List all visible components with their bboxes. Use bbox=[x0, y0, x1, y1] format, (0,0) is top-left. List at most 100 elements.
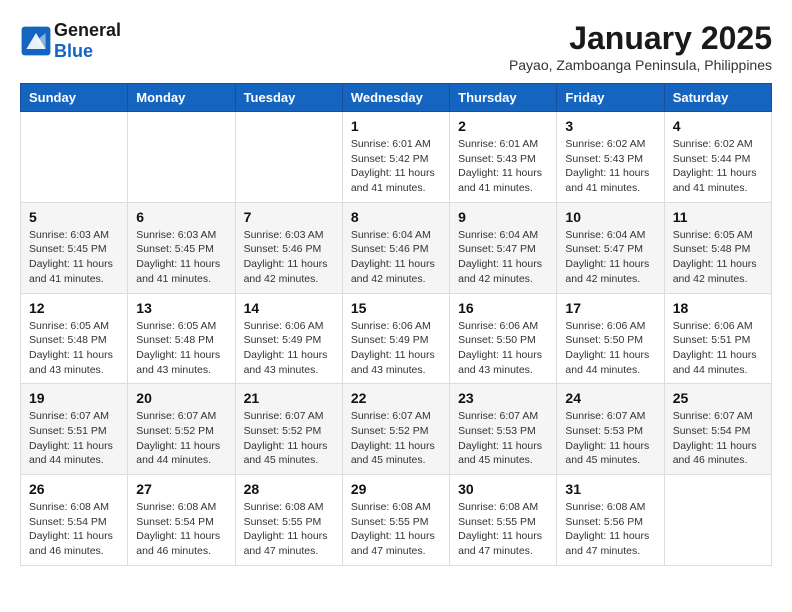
logo-icon bbox=[20, 25, 52, 57]
calendar-cell: 29 Sunrise: 6:08 AM Sunset: 5:55 PM Dayli… bbox=[342, 475, 449, 566]
calendar-cell: 21 Sunrise: 6:07 AM Sunset: 5:52 PM Dayli… bbox=[235, 384, 342, 475]
day-info: Sunrise: 6:08 AM Sunset: 5:56 PM Dayligh… bbox=[565, 500, 655, 559]
calendar-week-row: 19Sunrise: 6:07 AM Sunset: 5:51 PM Dayli… bbox=[21, 384, 772, 475]
calendar-cell: 2 Sunrise: 6:01 AM Sunset: 5:43 PM Daylig… bbox=[450, 112, 557, 203]
day-info: Sunrise: 6:05 AM Sunset: 5:48 PM Dayligh… bbox=[29, 319, 119, 378]
day-number: 1 bbox=[351, 118, 441, 134]
month-title: January 2025 bbox=[509, 20, 772, 57]
weekday-header: Sunday bbox=[21, 84, 128, 112]
calendar-cell: 30 Sunrise: 6:08 AM Sunset: 5:55 PM Dayli… bbox=[450, 475, 557, 566]
day-info: Sunrise: 6:07 AM Sunset: 5:52 PM Dayligh… bbox=[244, 409, 334, 468]
day-number: 13 bbox=[136, 300, 226, 316]
day-number: 22 bbox=[351, 390, 441, 406]
day-info: Sunrise: 6:05 AM Sunset: 5:48 PM Dayligh… bbox=[673, 228, 763, 287]
day-number: 26 bbox=[29, 481, 119, 497]
logo: General Blue bbox=[20, 20, 121, 62]
day-info: Sunrise: 6:06 AM Sunset: 5:50 PM Dayligh… bbox=[458, 319, 548, 378]
day-info: Sunrise: 6:08 AM Sunset: 5:55 PM Dayligh… bbox=[458, 500, 548, 559]
calendar-cell: 17 Sunrise: 6:06 AM Sunset: 5:50 PM Dayli… bbox=[557, 293, 664, 384]
day-info: Sunrise: 6:08 AM Sunset: 5:55 PM Dayligh… bbox=[244, 500, 334, 559]
day-number: 5 bbox=[29, 209, 119, 225]
calendar-cell: 8 Sunrise: 6:04 AM Sunset: 5:46 PM Daylig… bbox=[342, 202, 449, 293]
calendar-cell: 15 Sunrise: 6:06 AM Sunset: 5:49 PM Dayli… bbox=[342, 293, 449, 384]
day-info: Sunrise: 6:06 AM Sunset: 5:49 PM Dayligh… bbox=[351, 319, 441, 378]
day-info: Sunrise: 6:02 AM Sunset: 5:43 PM Dayligh… bbox=[565, 137, 655, 196]
logo-general-text: General bbox=[54, 20, 121, 40]
weekday-header: Friday bbox=[557, 84, 664, 112]
calendar-cell: 22Sunrise: 6:07 AM Sunset: 5:52 PM Dayli… bbox=[342, 384, 449, 475]
day-info: Sunrise: 6:04 AM Sunset: 5:46 PM Dayligh… bbox=[351, 228, 441, 287]
day-number: 21 bbox=[244, 390, 334, 406]
calendar-cell: 20 Sunrise: 6:07 AM Sunset: 5:52 PM Dayli… bbox=[128, 384, 235, 475]
calendar-week-row: 12 Sunrise: 6:05 AM Sunset: 5:48 PM Dayli… bbox=[21, 293, 772, 384]
day-number: 12 bbox=[29, 300, 119, 316]
calendar-cell: 27 Sunrise: 6:08 AM Sunset: 5:54 PM Dayli… bbox=[128, 475, 235, 566]
calendar-cell: 12 Sunrise: 6:05 AM Sunset: 5:48 PM Dayli… bbox=[21, 293, 128, 384]
weekday-header: Tuesday bbox=[235, 84, 342, 112]
weekday-header: Thursday bbox=[450, 84, 557, 112]
day-number: 31 bbox=[565, 481, 655, 497]
day-info: Sunrise: 6:01 AM Sunset: 5:43 PM Dayligh… bbox=[458, 137, 548, 196]
day-info: Sunrise: 6:07 AM Sunset: 5:53 PM Dayligh… bbox=[458, 409, 548, 468]
day-number: 15 bbox=[351, 300, 441, 316]
day-info: Sunrise: 6:07 AM Sunset: 5:52 PM Dayligh… bbox=[136, 409, 226, 468]
day-info: Sunrise: 6:08 AM Sunset: 5:54 PM Dayligh… bbox=[29, 500, 119, 559]
calendar-cell: 6 Sunrise: 6:03 AM Sunset: 5:45 PM Daylig… bbox=[128, 202, 235, 293]
day-info: Sunrise: 6:04 AM Sunset: 5:47 PM Dayligh… bbox=[458, 228, 548, 287]
day-number: 11 bbox=[673, 209, 763, 225]
calendar-cell bbox=[128, 112, 235, 203]
title-area: January 2025 Payao, Zamboanga Peninsula,… bbox=[509, 20, 772, 73]
location-subtitle: Payao, Zamboanga Peninsula, Philippines bbox=[509, 57, 772, 73]
day-number: 8 bbox=[351, 209, 441, 225]
calendar-cell: 11 Sunrise: 6:05 AM Sunset: 5:48 PM Dayli… bbox=[664, 202, 771, 293]
calendar-cell: 1Sunrise: 6:01 AM Sunset: 5:42 PM Daylig… bbox=[342, 112, 449, 203]
day-info: Sunrise: 6:05 AM Sunset: 5:48 PM Dayligh… bbox=[136, 319, 226, 378]
day-info: Sunrise: 6:02 AM Sunset: 5:44 PM Dayligh… bbox=[673, 137, 763, 196]
day-info: Sunrise: 6:06 AM Sunset: 5:49 PM Dayligh… bbox=[244, 319, 334, 378]
weekday-header: Saturday bbox=[664, 84, 771, 112]
day-number: 29 bbox=[351, 481, 441, 497]
calendar-cell: 28 Sunrise: 6:08 AM Sunset: 5:55 PM Dayli… bbox=[235, 475, 342, 566]
calendar-cell: 16 Sunrise: 6:06 AM Sunset: 5:50 PM Dayli… bbox=[450, 293, 557, 384]
day-number: 7 bbox=[244, 209, 334, 225]
day-info: Sunrise: 6:07 AM Sunset: 5:53 PM Dayligh… bbox=[565, 409, 655, 468]
calendar-week-row: 5 Sunrise: 6:03 AM Sunset: 5:45 PM Daylig… bbox=[21, 202, 772, 293]
calendar-cell bbox=[664, 475, 771, 566]
calendar-cell: 13 Sunrise: 6:05 AM Sunset: 5:48 PM Dayli… bbox=[128, 293, 235, 384]
calendar-cell: 23Sunrise: 6:07 AM Sunset: 5:53 PM Dayli… bbox=[450, 384, 557, 475]
day-info: Sunrise: 6:08 AM Sunset: 5:55 PM Dayligh… bbox=[351, 500, 441, 559]
weekday-header: Wednesday bbox=[342, 84, 449, 112]
calendar-cell: 3Sunrise: 6:02 AM Sunset: 5:43 PM Daylig… bbox=[557, 112, 664, 203]
day-number: 16 bbox=[458, 300, 548, 316]
day-number: 9 bbox=[458, 209, 548, 225]
day-number: 19 bbox=[29, 390, 119, 406]
day-number: 17 bbox=[565, 300, 655, 316]
day-number: 6 bbox=[136, 209, 226, 225]
calendar-cell: 4 Sunrise: 6:02 AM Sunset: 5:44 PM Daylig… bbox=[664, 112, 771, 203]
day-number: 30 bbox=[458, 481, 548, 497]
day-number: 2 bbox=[458, 118, 548, 134]
page-header: General Blue January 2025 Payao, Zamboan… bbox=[20, 20, 772, 73]
calendar-cell: 24Sunrise: 6:07 AM Sunset: 5:53 PM Dayli… bbox=[557, 384, 664, 475]
day-info: Sunrise: 6:06 AM Sunset: 5:50 PM Dayligh… bbox=[565, 319, 655, 378]
calendar-cell: 9 Sunrise: 6:04 AM Sunset: 5:47 PM Daylig… bbox=[450, 202, 557, 293]
calendar-cell bbox=[21, 112, 128, 203]
day-number: 20 bbox=[136, 390, 226, 406]
calendar-cell: 18Sunrise: 6:06 AM Sunset: 5:51 PM Dayli… bbox=[664, 293, 771, 384]
day-info: Sunrise: 6:03 AM Sunset: 5:46 PM Dayligh… bbox=[244, 228, 334, 287]
day-number: 27 bbox=[136, 481, 226, 497]
calendar-cell: 14 Sunrise: 6:06 AM Sunset: 5:49 PM Dayli… bbox=[235, 293, 342, 384]
calendar-cell: 31 Sunrise: 6:08 AM Sunset: 5:56 PM Dayli… bbox=[557, 475, 664, 566]
calendar-cell: 5Sunrise: 6:03 AM Sunset: 5:45 PM Daylig… bbox=[21, 202, 128, 293]
day-number: 28 bbox=[244, 481, 334, 497]
day-info: Sunrise: 6:08 AM Sunset: 5:54 PM Dayligh… bbox=[136, 500, 226, 559]
calendar-week-row: 1Sunrise: 6:01 AM Sunset: 5:42 PM Daylig… bbox=[21, 112, 772, 203]
calendar-cell: 26 Sunrise: 6:08 AM Sunset: 5:54 PM Dayli… bbox=[21, 475, 128, 566]
day-info: Sunrise: 6:03 AM Sunset: 5:45 PM Dayligh… bbox=[136, 228, 226, 287]
calendar-header-row: SundayMondayTuesdayWednesdayThursdayFrid… bbox=[21, 84, 772, 112]
day-info: Sunrise: 6:07 AM Sunset: 5:54 PM Dayligh… bbox=[673, 409, 763, 468]
day-number: 4 bbox=[673, 118, 763, 134]
day-number: 25 bbox=[673, 390, 763, 406]
calendar-cell: 10Sunrise: 6:04 AM Sunset: 5:47 PM Dayli… bbox=[557, 202, 664, 293]
day-number: 14 bbox=[244, 300, 334, 316]
